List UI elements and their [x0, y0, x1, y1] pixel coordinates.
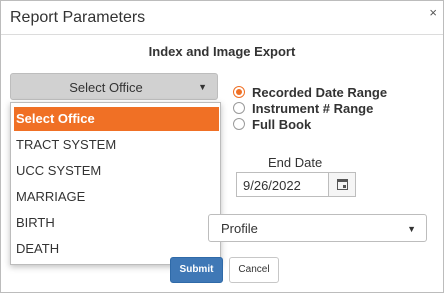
profile-select-value: Profile	[221, 221, 258, 236]
end-date-input[interactable]: 9/26/2022	[236, 172, 329, 197]
cancel-button[interactable]: Cancel	[229, 257, 279, 283]
radio-unchecked-icon[interactable]	[233, 118, 245, 130]
office-option-select-office[interactable]: Select Office	[14, 107, 219, 131]
dialog-titlebar: Report Parameters ×	[1, 1, 443, 35]
caret-down-icon: ▼	[407, 224, 416, 234]
office-dropdown-list: Select Office TRACT SYSTEM UCC SYSTEM MA…	[10, 102, 221, 265]
office-option-death[interactable]: DEATH	[16, 241, 59, 256]
caret-down-icon: ▼	[198, 82, 207, 92]
radio-recorded-date-range[interactable]: Recorded Date Range	[233, 85, 423, 101]
radio-label: Recorded Date Range	[252, 85, 388, 100]
close-icon[interactable]: ×	[429, 5, 437, 20]
profile-select[interactable]: Profile ▼	[208, 214, 427, 242]
office-option-marriage[interactable]: MARRIAGE	[16, 189, 85, 204]
submit-button[interactable]: Submit	[170, 257, 223, 283]
office-select[interactable]: Select Office ▼	[10, 73, 218, 100]
radio-label: Instrument # Range	[252, 101, 374, 116]
calendar-button[interactable]	[328, 172, 356, 197]
radio-unchecked-icon[interactable]	[233, 102, 245, 114]
radio-full-book[interactable]: Full Book	[233, 117, 423, 133]
office-option-ucc-system[interactable]: UCC SYSTEM	[16, 163, 101, 178]
calendar-icon	[337, 179, 348, 190]
radio-checked-icon[interactable]	[233, 86, 245, 98]
dialog-subtitle: Index and Image Export	[148, 44, 296, 59]
office-option-tract-system[interactable]: TRACT SYSTEM	[16, 137, 116, 152]
office-option-birth[interactable]: BIRTH	[16, 215, 55, 230]
dialog-title: Report Parameters	[10, 9, 146, 26]
end-date-value: 9/26/2022	[243, 178, 301, 193]
office-select-value: Select Office	[69, 80, 143, 95]
end-date-label: End Date	[268, 155, 323, 170]
report-parameters-dialog: Report Parameters × Index and Image Expo…	[0, 0, 444, 293]
radio-instrument-range[interactable]: Instrument # Range	[233, 101, 423, 117]
radio-label: Full Book	[252, 117, 312, 132]
